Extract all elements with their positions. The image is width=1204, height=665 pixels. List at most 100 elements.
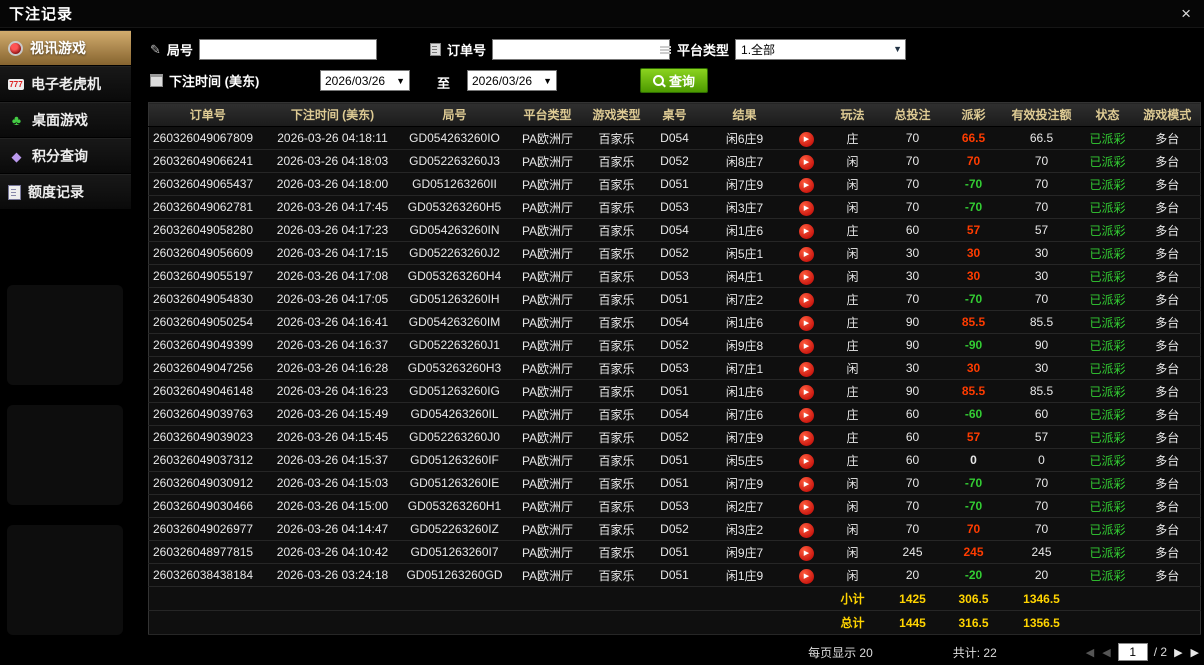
platform-label: 平台类型 [677, 43, 730, 58]
cell-order-no: 260326049062781 [148, 195, 267, 219]
cell-play-type: 闲 [824, 540, 881, 564]
sidebar-item-video-games[interactable]: 视讯游戏 [0, 30, 131, 66]
cell-platform-type: PA欧洲厅 [510, 448, 585, 472]
cell-round-no: GD052263260J0 [398, 425, 511, 449]
first-page-button[interactable] [1085, 646, 1095, 659]
cell-order-no: 260326049058280 [148, 218, 267, 242]
cell-game-type: 百家乐 [584, 425, 649, 449]
cell-order-no: 260326049039023 [148, 425, 267, 449]
sidebar-item-quota-records[interactable]: 额度记录 [0, 174, 131, 210]
cell-game-type: 百家乐 [584, 195, 649, 219]
replay-icon[interactable]: ▶ [799, 246, 814, 262]
replay-icon[interactable]: ▶ [799, 292, 814, 308]
column-header: 游戏模式 [1134, 102, 1201, 127]
cell-payout: -70 [944, 471, 1003, 495]
cell-round-no: GD052263260J1 [398, 333, 511, 357]
replay-icon[interactable]: ▶ [799, 545, 814, 561]
table-row: 260326048977815 2026-03-26 04:10:42 GD0512… [148, 540, 1201, 564]
query-button[interactable]: 查询 [640, 68, 708, 93]
replay-icon[interactable]: ▶ [799, 384, 814, 400]
table-row: 260326049050254 2026-03-26 04:16:41 GD0542… [148, 310, 1201, 334]
cell-bet-time: 2026-03-26 04:14:47 [266, 517, 399, 541]
cell-game-mode: 多台 [1134, 241, 1201, 265]
cell-bet-time: 2026-03-26 04:15:03 [266, 471, 399, 495]
next-page-button[interactable] [1173, 646, 1183, 659]
cell-game-mode: 多台 [1134, 540, 1201, 564]
replay-icon[interactable]: ▶ [799, 338, 814, 354]
subtotal-total-bet: 1425 [880, 586, 945, 611]
grand-total-total-bet: 1445 [880, 610, 945, 635]
replay-icon[interactable]: ▶ [799, 430, 814, 446]
replay-icon[interactable]: ▶ [799, 269, 814, 285]
replay-icon[interactable]: ▶ [799, 154, 814, 170]
cell-game-type: 百家乐 [584, 126, 649, 150]
cell-table-no: D052 [648, 333, 701, 357]
replay-icon[interactable]: ▶ [799, 568, 814, 584]
replay-icon[interactable]: ▶ [799, 407, 814, 423]
cell-game-mode: 多台 [1134, 149, 1201, 173]
table-row: 260326049058280 2026-03-26 04:17:23 GD0542… [148, 218, 1201, 242]
cell-round-no: GD052263260J2 [398, 241, 511, 265]
cell-round-no: GD054263260IO [398, 126, 511, 150]
sidebar: 视讯游戏电子老虎机桌面游戏积分查询额度记录 [0, 30, 131, 210]
cell-bet-time: 2026-03-26 04:17:15 [266, 241, 399, 265]
cell-total-bet: 70 [880, 517, 945, 541]
close-icon[interactable]: × [1181, 5, 1204, 22]
cell-valid-bet: 70 [1002, 471, 1081, 495]
cell-game-type: 百家乐 [584, 356, 649, 380]
cell-platform-type: PA欧洲厅 [510, 287, 585, 311]
replay-icon[interactable]: ▶ [799, 522, 814, 538]
date-from-value: 2026/03/26 [325, 73, 386, 88]
round-input[interactable] [198, 39, 377, 60]
cell-table-no: D053 [648, 195, 701, 219]
cell-valid-bet: 70 [1002, 172, 1081, 196]
replay-icon[interactable]: ▶ [799, 200, 814, 216]
sidebar-item-table-games[interactable]: 桌面游戏 [0, 102, 131, 138]
cell-status: 已派彩 [1080, 448, 1135, 472]
date-to-picker[interactable]: 2026/03/26 [467, 70, 557, 91]
cell-total-bet: 70 [880, 195, 945, 219]
order-label: 订单号 [447, 43, 487, 58]
cell-order-no: 260326038438184 [148, 563, 267, 587]
cell-replay: ▶ [788, 149, 825, 173]
replay-icon[interactable]: ▶ [799, 131, 814, 147]
platform-filter: 平台类型 1.全部 [660, 39, 907, 60]
replay-icon[interactable]: ▶ [799, 361, 814, 377]
column-header: 桌号 [648, 102, 701, 127]
table-row: 260326049037312 2026-03-26 04:15:37 GD0512… [148, 448, 1201, 472]
replay-icon[interactable]: ▶ [799, 177, 814, 193]
table-row: 260326049047256 2026-03-26 04:16:28 GD0532… [148, 356, 1201, 380]
replay-icon[interactable]: ▶ [799, 476, 814, 492]
order-input[interactable] [492, 39, 671, 60]
cell-play-type: 闲 [824, 517, 881, 541]
sidebar-item-points-query[interactable]: 积分查询 [0, 138, 131, 174]
date-from-picker[interactable]: 2026/03/26 [320, 70, 410, 91]
prev-page-button[interactable] [1101, 646, 1111, 659]
cell-result: 闲3庄2 [700, 517, 789, 541]
cell-total-bet: 30 [880, 264, 945, 288]
cell-game-mode: 多台 [1134, 379, 1201, 403]
cell-status: 已派彩 [1080, 471, 1135, 495]
platform-select[interactable]: 1.全部 [735, 39, 907, 60]
page-input[interactable] [1117, 643, 1148, 661]
cell-round-no: GD054263260IM [398, 310, 511, 334]
cell-total-bet: 30 [880, 356, 945, 380]
cell-status: 已派彩 [1080, 425, 1135, 449]
cell-table-no: D051 [648, 563, 701, 587]
table-row: 260326049030466 2026-03-26 04:15:00 GD0532… [148, 494, 1201, 518]
replay-icon[interactable]: ▶ [799, 453, 814, 469]
cell-payout: -70 [944, 287, 1003, 311]
cell-valid-bet: 30 [1002, 264, 1081, 288]
cell-table-no: D054 [648, 402, 701, 426]
sidebar-item-slot-machines[interactable]: 电子老虎机 [0, 66, 131, 102]
column-header: 订单号 [148, 102, 267, 127]
last-page-button[interactable] [1190, 646, 1200, 659]
cell-bet-time: 2026-03-26 04:10:42 [266, 540, 399, 564]
replay-icon[interactable]: ▶ [799, 223, 814, 239]
cell-order-no: 260326049030912 [148, 471, 267, 495]
cell-valid-bet: 57 [1002, 425, 1081, 449]
cell-table-no: D051 [648, 287, 701, 311]
replay-icon[interactable]: ▶ [799, 499, 814, 515]
replay-icon[interactable]: ▶ [799, 315, 814, 331]
cell-game-mode: 多台 [1134, 402, 1201, 426]
